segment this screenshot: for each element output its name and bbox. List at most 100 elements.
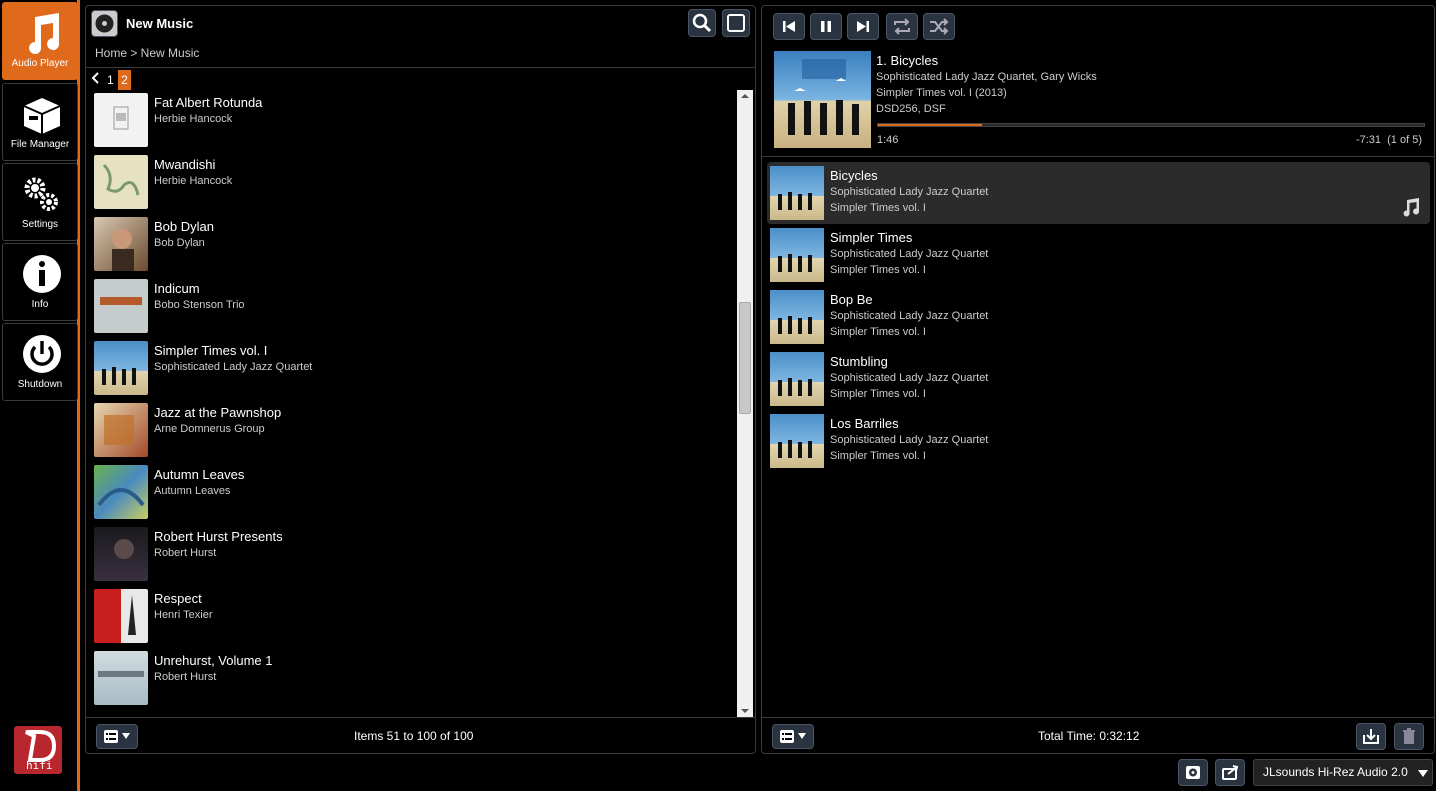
sidebar-item-info[interactable]: Info xyxy=(2,243,78,321)
total-time: Total Time: 0:32:12 xyxy=(1038,729,1140,743)
shuffle-button[interactable] xyxy=(923,13,955,40)
page-1-link[interactable]: 1 xyxy=(107,73,114,87)
album-cover xyxy=(94,589,148,643)
brand-logo: hifi xyxy=(14,726,62,774)
album-title: Simpler Times vol. I xyxy=(154,343,268,358)
now-playing-album: Simpler Times vol. I (2013) xyxy=(876,87,1007,99)
next-track-button[interactable] xyxy=(847,13,879,40)
view-options-button[interactable] xyxy=(96,724,138,749)
list-item[interactable]: Bob Dylan Bob Dylan xyxy=(94,217,736,279)
power-icon xyxy=(23,335,61,373)
sidebar-item-label: Info xyxy=(31,299,49,310)
playback-progress[interactable] xyxy=(877,123,1425,127)
library-header: New Music Home > New Music xyxy=(86,6,755,68)
now-playing-format: DSD256, DSF xyxy=(876,103,946,115)
sidebar-item-label: File Manager xyxy=(10,139,70,150)
sidebar-item-settings[interactable]: Settings xyxy=(2,163,78,241)
logo-text: hifi xyxy=(26,759,53,772)
library-scrollbar[interactable] xyxy=(737,90,753,717)
track-artist: Sophisticated Lady Jazz Quartet xyxy=(830,434,989,446)
album-artist: Arne Domnerus Group xyxy=(154,423,265,435)
sidebar-item-label: Settings xyxy=(21,219,59,230)
prev-page-button[interactable] xyxy=(91,72,101,84)
transport-controls xyxy=(762,6,1434,46)
track-title: Simpler Times xyxy=(830,230,913,245)
queue-row[interactable]: Simpler Times Sophisticated Lady Jazz Qu… xyxy=(767,224,1430,286)
list-item[interactable]: Respect Henri Texier xyxy=(94,589,736,651)
queue-row[interactable]: Bicycles Sophisticated Lady Jazz Quartet… xyxy=(767,162,1430,224)
queue-row[interactable]: Stumbling Sophisticated Lady Jazz Quarte… xyxy=(767,348,1430,410)
track-album: Simpler Times vol. I xyxy=(830,326,926,338)
track-artist: Sophisticated Lady Jazz Quartet xyxy=(830,186,989,198)
share-icon xyxy=(1222,765,1239,780)
pause-icon xyxy=(821,21,831,32)
box-icon xyxy=(23,98,61,134)
search-button[interactable] xyxy=(688,9,716,37)
album-artist: Sophisticated Lady Jazz Quartet xyxy=(154,361,313,373)
album-artist: Bobo Stenson Trio xyxy=(154,299,245,311)
device-select[interactable]: JLsounds Hi-Rez Audio 2.0 xyxy=(1253,759,1433,786)
disc-icon xyxy=(95,14,114,33)
album-cover xyxy=(94,279,148,333)
clear-queue-button[interactable] xyxy=(1394,723,1424,750)
album-artist: Autumn Leaves xyxy=(154,485,231,497)
album-artist: Robert Hurst xyxy=(154,547,217,559)
now-playing-note-icon xyxy=(1403,198,1420,217)
device-name: JLsounds Hi-Rez Audio 2.0 xyxy=(1263,765,1408,779)
queue-footer: Total Time: 0:32:12 xyxy=(762,717,1434,754)
list-item[interactable]: Autumn Leaves Autumn Leaves xyxy=(94,465,736,527)
skip-forward-icon xyxy=(857,21,869,32)
list-item[interactable]: Mwandishi Herbie Hancock xyxy=(94,155,736,217)
repeat-button[interactable] xyxy=(886,13,918,40)
gears-icon xyxy=(24,177,58,211)
album-list: Fat Albert Rotunda Herbie Hancock Mwandi… xyxy=(94,93,736,717)
queue-row[interactable]: Los Barriles Sophisticated Lady Jazz Qua… xyxy=(767,410,1430,472)
list-view-icon xyxy=(780,730,806,743)
queue-options-button[interactable] xyxy=(772,724,814,749)
sidebar: Audio Player File Manager Settings Info xyxy=(0,0,80,791)
list-item[interactable]: Simpler Times vol. I Sophisticated Lady … xyxy=(94,341,736,403)
system-settings-button[interactable] xyxy=(1178,759,1208,786)
save-queue-button[interactable] xyxy=(1356,723,1386,750)
sidebar-item-label: Audio Player xyxy=(11,58,69,69)
album-artist: Henri Texier xyxy=(154,609,213,621)
track-cover xyxy=(770,228,824,282)
sidebar-item-audio-player[interactable]: Audio Player xyxy=(2,2,78,80)
sidebar-item-file-manager[interactable]: File Manager xyxy=(2,83,78,161)
track-title: Los Barriles xyxy=(830,416,899,431)
now-playing-title: 1. Bicycles xyxy=(876,53,939,68)
scroll-thumb[interactable] xyxy=(739,302,751,414)
list-item[interactable]: Robert Hurst Presents Robert Hurst xyxy=(94,527,736,589)
album-cover xyxy=(94,403,148,457)
album-cover xyxy=(94,155,148,209)
list-item[interactable]: Unrehurst, Volume 1 Robert Hurst xyxy=(94,651,736,713)
now-playing-artists: Sophisticated Lady Jazz Quartet, Gary Wi… xyxy=(876,71,1097,83)
track-title: Bop Be xyxy=(830,292,873,307)
breadcrumb[interactable]: Home > New Music xyxy=(95,46,199,60)
info-icon xyxy=(23,255,61,293)
queue-row[interactable]: Bop Be Sophisticated Lady Jazz Quartet S… xyxy=(767,286,1430,348)
list-item[interactable]: Fat Albert Rotunda Herbie Hancock xyxy=(94,93,736,155)
library-footer: Items 51 to 100 of 100 xyxy=(86,717,755,754)
track-cover xyxy=(770,166,824,220)
page-2-link[interactable]: 2 xyxy=(118,70,131,90)
track-artist: Sophisticated Lady Jazz Quartet xyxy=(830,248,989,260)
checkbox-icon xyxy=(727,14,745,32)
album-cover xyxy=(94,651,148,705)
gear-icon xyxy=(1186,766,1200,779)
pause-button[interactable] xyxy=(810,13,842,40)
player-panel: 1. Bicycles Sophisticated Lady Jazz Quar… xyxy=(761,5,1435,754)
album-cover xyxy=(94,341,148,395)
previous-track-button[interactable] xyxy=(773,13,805,40)
track-title: Stumbling xyxy=(830,354,888,369)
share-button[interactable] xyxy=(1215,759,1245,786)
track-artist: Sophisticated Lady Jazz Quartet xyxy=(830,372,989,384)
album-title: Jazz at the Pawnshop xyxy=(154,405,282,420)
select-button[interactable] xyxy=(722,9,750,37)
library-menu-button[interactable] xyxy=(91,10,118,37)
sidebar-item-shutdown[interactable]: Shutdown xyxy=(2,323,78,401)
list-item[interactable]: Indicum Bobo Stenson Trio xyxy=(94,279,736,341)
list-item[interactable]: Jazz at the Pawnshop Arne Domnerus Group xyxy=(94,403,736,465)
chevron-left-icon xyxy=(91,72,99,84)
save-icon xyxy=(1363,729,1379,744)
